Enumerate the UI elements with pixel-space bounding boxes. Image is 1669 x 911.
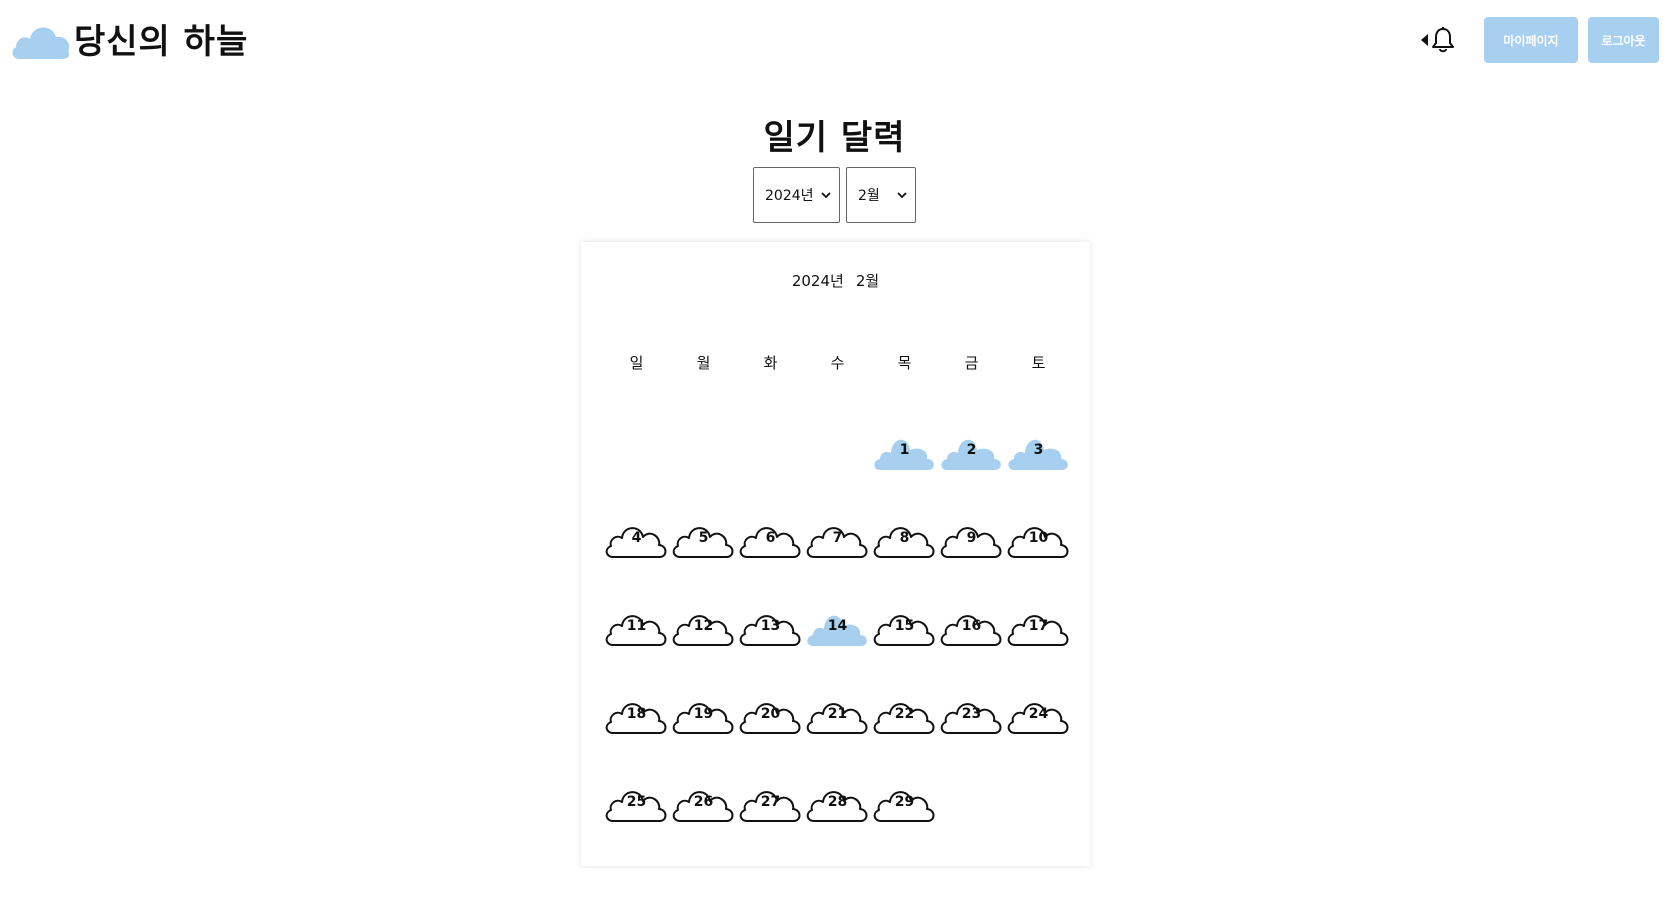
day-cell[interactable]: 3 xyxy=(1005,427,1072,473)
day-number: 21 xyxy=(827,706,848,722)
day-cell[interactable]: 28 xyxy=(804,779,871,825)
empty-day-cell xyxy=(938,779,1005,825)
year-select[interactable]: 2024년 xyxy=(753,167,840,223)
month-select-value: 2월 xyxy=(858,188,880,204)
day-cell[interactable]: 2 xyxy=(938,427,1005,473)
day-number: 13 xyxy=(760,618,781,634)
day-cell[interactable]: 7 xyxy=(804,515,871,561)
day-number: 5 xyxy=(698,530,709,546)
calendar-week: 4 5 6 7 8 9 10 xyxy=(603,515,1072,603)
day-cell[interactable]: 23 xyxy=(938,691,1005,737)
calendar-week: 1 2 3 xyxy=(603,427,1072,515)
day-number: 19 xyxy=(693,706,714,722)
calendar-week: 25 26 27 28 29 xyxy=(603,779,1072,867)
calendar-caption-month: 2월 xyxy=(855,272,880,290)
day-number: 2 xyxy=(966,442,977,458)
calendar-grid: 1 2 3 4 5 6 7 8 9 10 11 12 13 14 15 16 17 18 19 20 21 22 23 24 2… xyxy=(603,427,1072,867)
day-number: 16 xyxy=(961,618,982,634)
weekday-sun: 일 xyxy=(629,354,644,372)
empty-day-cell xyxy=(603,427,670,473)
day-number: 6 xyxy=(765,530,776,546)
day-cell[interactable]: 18 xyxy=(603,691,670,737)
day-cell[interactable]: 10 xyxy=(1005,515,1072,561)
weekday-sat: 토 xyxy=(1031,354,1046,372)
calendar-caption: 2024년 2월 xyxy=(581,270,1090,291)
day-number: 27 xyxy=(760,794,781,810)
weekday-thu: 목 xyxy=(897,354,912,372)
site-title: 당신의 하늘 xyxy=(74,22,249,62)
day-number: 11 xyxy=(626,618,647,634)
day-cell[interactable]: 26 xyxy=(670,779,737,825)
cloud-logo-icon xyxy=(12,26,70,59)
header-actions: 마이페이지 로그아웃 xyxy=(1421,17,1659,63)
month-select[interactable]: 2월 xyxy=(846,167,916,223)
day-cell[interactable]: 25 xyxy=(603,779,670,825)
day-number: 20 xyxy=(760,706,781,722)
day-cell[interactable]: 5 xyxy=(670,515,737,561)
day-cell[interactable]: 27 xyxy=(737,779,804,825)
day-number: 14 xyxy=(827,618,848,634)
bell-icon xyxy=(1432,27,1454,53)
logo[interactable]: 당신의 하늘 xyxy=(10,14,248,63)
mypage-button[interactable]: 마이페이지 xyxy=(1484,17,1578,63)
day-cell[interactable]: 1 xyxy=(871,427,938,473)
day-cell[interactable]: 24 xyxy=(1005,691,1072,737)
weekday-wed: 수 xyxy=(830,354,845,372)
day-cell[interactable]: 19 xyxy=(670,691,737,737)
day-cell[interactable]: 17 xyxy=(1005,603,1072,649)
day-number: 26 xyxy=(693,794,714,810)
year-select-value: 2024년 xyxy=(765,188,814,204)
day-number: 23 xyxy=(961,706,982,722)
day-number: 18 xyxy=(626,706,647,722)
day-cell[interactable]: 29 xyxy=(871,779,938,825)
calendar-caption-year: 2024년 xyxy=(791,272,844,290)
day-cell[interactable]: 11 xyxy=(603,603,670,649)
day-cell[interactable]: 4 xyxy=(603,515,670,561)
page-title: 일기 달력 xyxy=(763,118,906,158)
day-cell[interactable]: 15 xyxy=(871,603,938,649)
day-number: 10 xyxy=(1028,530,1049,546)
empty-day-cell xyxy=(670,427,737,473)
chevron-down-icon xyxy=(897,192,907,199)
day-cell[interactable]: 22 xyxy=(871,691,938,737)
day-cell[interactable]: 16 xyxy=(938,603,1005,649)
day-number: 17 xyxy=(1028,618,1049,634)
day-cell[interactable]: 14 xyxy=(804,603,871,649)
empty-day-cell xyxy=(737,427,804,473)
weekday-header: 일 월 화 수 목 금 토 xyxy=(603,352,1072,373)
empty-day-cell xyxy=(804,427,871,473)
empty-day-cell xyxy=(1005,779,1072,825)
day-number: 12 xyxy=(693,618,714,634)
day-number: 29 xyxy=(894,794,915,810)
day-number: 7 xyxy=(832,530,843,546)
weekday-tue: 화 xyxy=(763,354,778,372)
weekday-mon: 월 xyxy=(696,354,711,372)
day-cell[interactable]: 6 xyxy=(737,515,804,561)
chevron-down-icon xyxy=(821,192,831,199)
day-number: 4 xyxy=(631,530,642,546)
day-cell[interactable]: 9 xyxy=(938,515,1005,561)
day-number: 3 xyxy=(1033,442,1044,458)
logout-button[interactable]: 로그아웃 xyxy=(1588,17,1659,63)
day-number: 9 xyxy=(966,530,977,546)
notification-toggle[interactable] xyxy=(1421,26,1456,54)
caret-left-icon xyxy=(1421,34,1428,46)
day-number: 1 xyxy=(899,442,910,458)
date-selectors: 2024년 2월 xyxy=(0,167,1669,223)
calendar-card: 2024년 2월 일 월 화 수 목 금 토 1 2 3 4 5 6 7 8 9 10 11 12 13 1… xyxy=(581,242,1090,866)
day-number: 28 xyxy=(827,794,848,810)
day-number: 15 xyxy=(894,618,915,634)
day-cell[interactable]: 12 xyxy=(670,603,737,649)
day-number: 8 xyxy=(899,530,910,546)
day-number: 22 xyxy=(894,706,915,722)
day-cell[interactable]: 21 xyxy=(804,691,871,737)
day-cell[interactable]: 13 xyxy=(737,603,804,649)
day-number: 24 xyxy=(1028,706,1049,722)
calendar-week: 18 19 20 21 22 23 24 xyxy=(603,691,1072,779)
day-cell[interactable]: 8 xyxy=(871,515,938,561)
day-number: 25 xyxy=(626,794,647,810)
calendar-week: 11 12 13 14 15 16 17 xyxy=(603,603,1072,691)
weekday-fri: 금 xyxy=(964,354,979,372)
day-cell[interactable]: 20 xyxy=(737,691,804,737)
